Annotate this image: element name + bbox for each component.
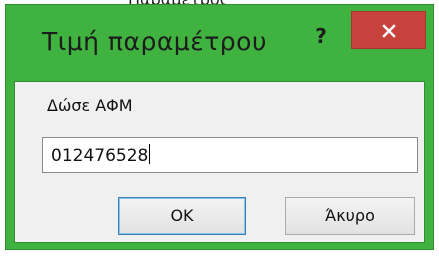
afm-input[interactable]: 012476528 [42, 137, 418, 173]
close-button[interactable] [351, 11, 426, 49]
cancel-button[interactable]: Άκυρο [285, 197, 415, 235]
prompt-label: Δώσε ΑΦΜ [47, 96, 133, 115]
parameter-value-dialog: Τιμή παραμέτρου ? Δώσε ΑΦΜ 012476528 OK … [5, 4, 434, 250]
dialog-body: Δώσε ΑΦΜ 012476528 OK Άκυρο [14, 81, 425, 243]
dialog-title: Τιμή παραμέτρου [42, 27, 267, 56]
help-button[interactable]: ? [301, 21, 341, 55]
afm-input-value: 012476528 [51, 146, 149, 166]
dialog-title-bar[interactable]: Τιμή παραμέτρου ? [6, 5, 433, 77]
text-caret [149, 144, 151, 164]
close-icon [382, 24, 396, 38]
ok-button[interactable]: OK [118, 197, 246, 235]
